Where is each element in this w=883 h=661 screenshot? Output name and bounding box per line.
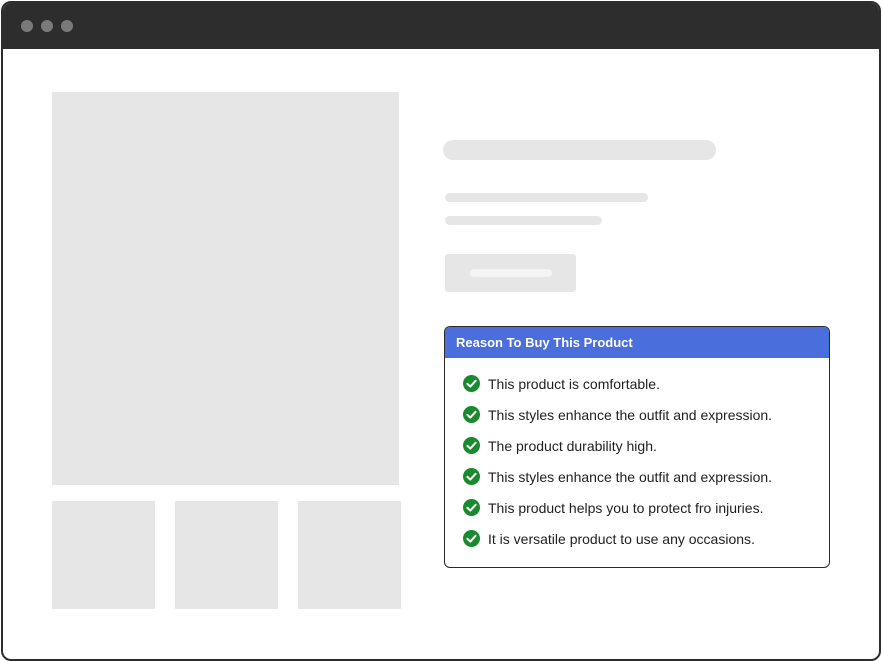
description-line-placeholder-2 (445, 216, 602, 225)
reason-item: This styles enhance the outfit and expre… (463, 399, 829, 430)
reason-text: This styles enhance the outfit and expre… (488, 406, 773, 423)
buy-button-placeholder[interactable] (445, 254, 576, 292)
window-dot-maximize[interactable] (61, 20, 73, 32)
description-line-placeholder-1 (445, 193, 648, 202)
reason-item: This product helps you to protect fro in… (463, 492, 829, 523)
check-circle-icon (463, 406, 480, 423)
window-dot-close[interactable] (21, 20, 33, 32)
product-title-placeholder (443, 140, 716, 160)
reason-item: It is versatile product to use any occas… (463, 523, 829, 554)
reason-text: This product helps you to protect fro in… (488, 499, 764, 516)
reason-text: This styles enhance the outfit and expre… (488, 468, 773, 485)
reasons-to-buy-box: Reason To Buy This Product This product … (444, 326, 830, 568)
check-circle-icon (463, 499, 480, 516)
reason-item: This product is comfortable. (463, 368, 829, 399)
reasons-list: This product is comfortable. This styles… (445, 358, 829, 554)
check-circle-icon (463, 530, 480, 547)
check-circle-icon (463, 437, 480, 454)
reason-item: This styles enhance the outfit and expre… (463, 461, 829, 492)
window-dot-minimize[interactable] (41, 20, 53, 32)
thumbnail-placeholder-1[interactable] (52, 501, 155, 609)
browser-window: Reason To Buy This Product This product … (1, 1, 881, 661)
thumbnail-placeholder-2[interactable] (175, 501, 278, 609)
button-label-placeholder (470, 269, 552, 277)
check-circle-icon (463, 468, 480, 485)
reason-text: The product durability high. (488, 437, 657, 454)
thumbnail-placeholder-3[interactable] (298, 501, 401, 609)
check-circle-icon (463, 375, 480, 392)
product-image-placeholder (52, 92, 399, 485)
reason-text: This product is comfortable. (488, 375, 660, 392)
reason-text: It is versatile product to use any occas… (488, 530, 755, 547)
window-titlebar (3, 3, 879, 49)
reason-item: The product durability high. (463, 430, 829, 461)
reasons-header: Reason To Buy This Product (445, 327, 829, 358)
